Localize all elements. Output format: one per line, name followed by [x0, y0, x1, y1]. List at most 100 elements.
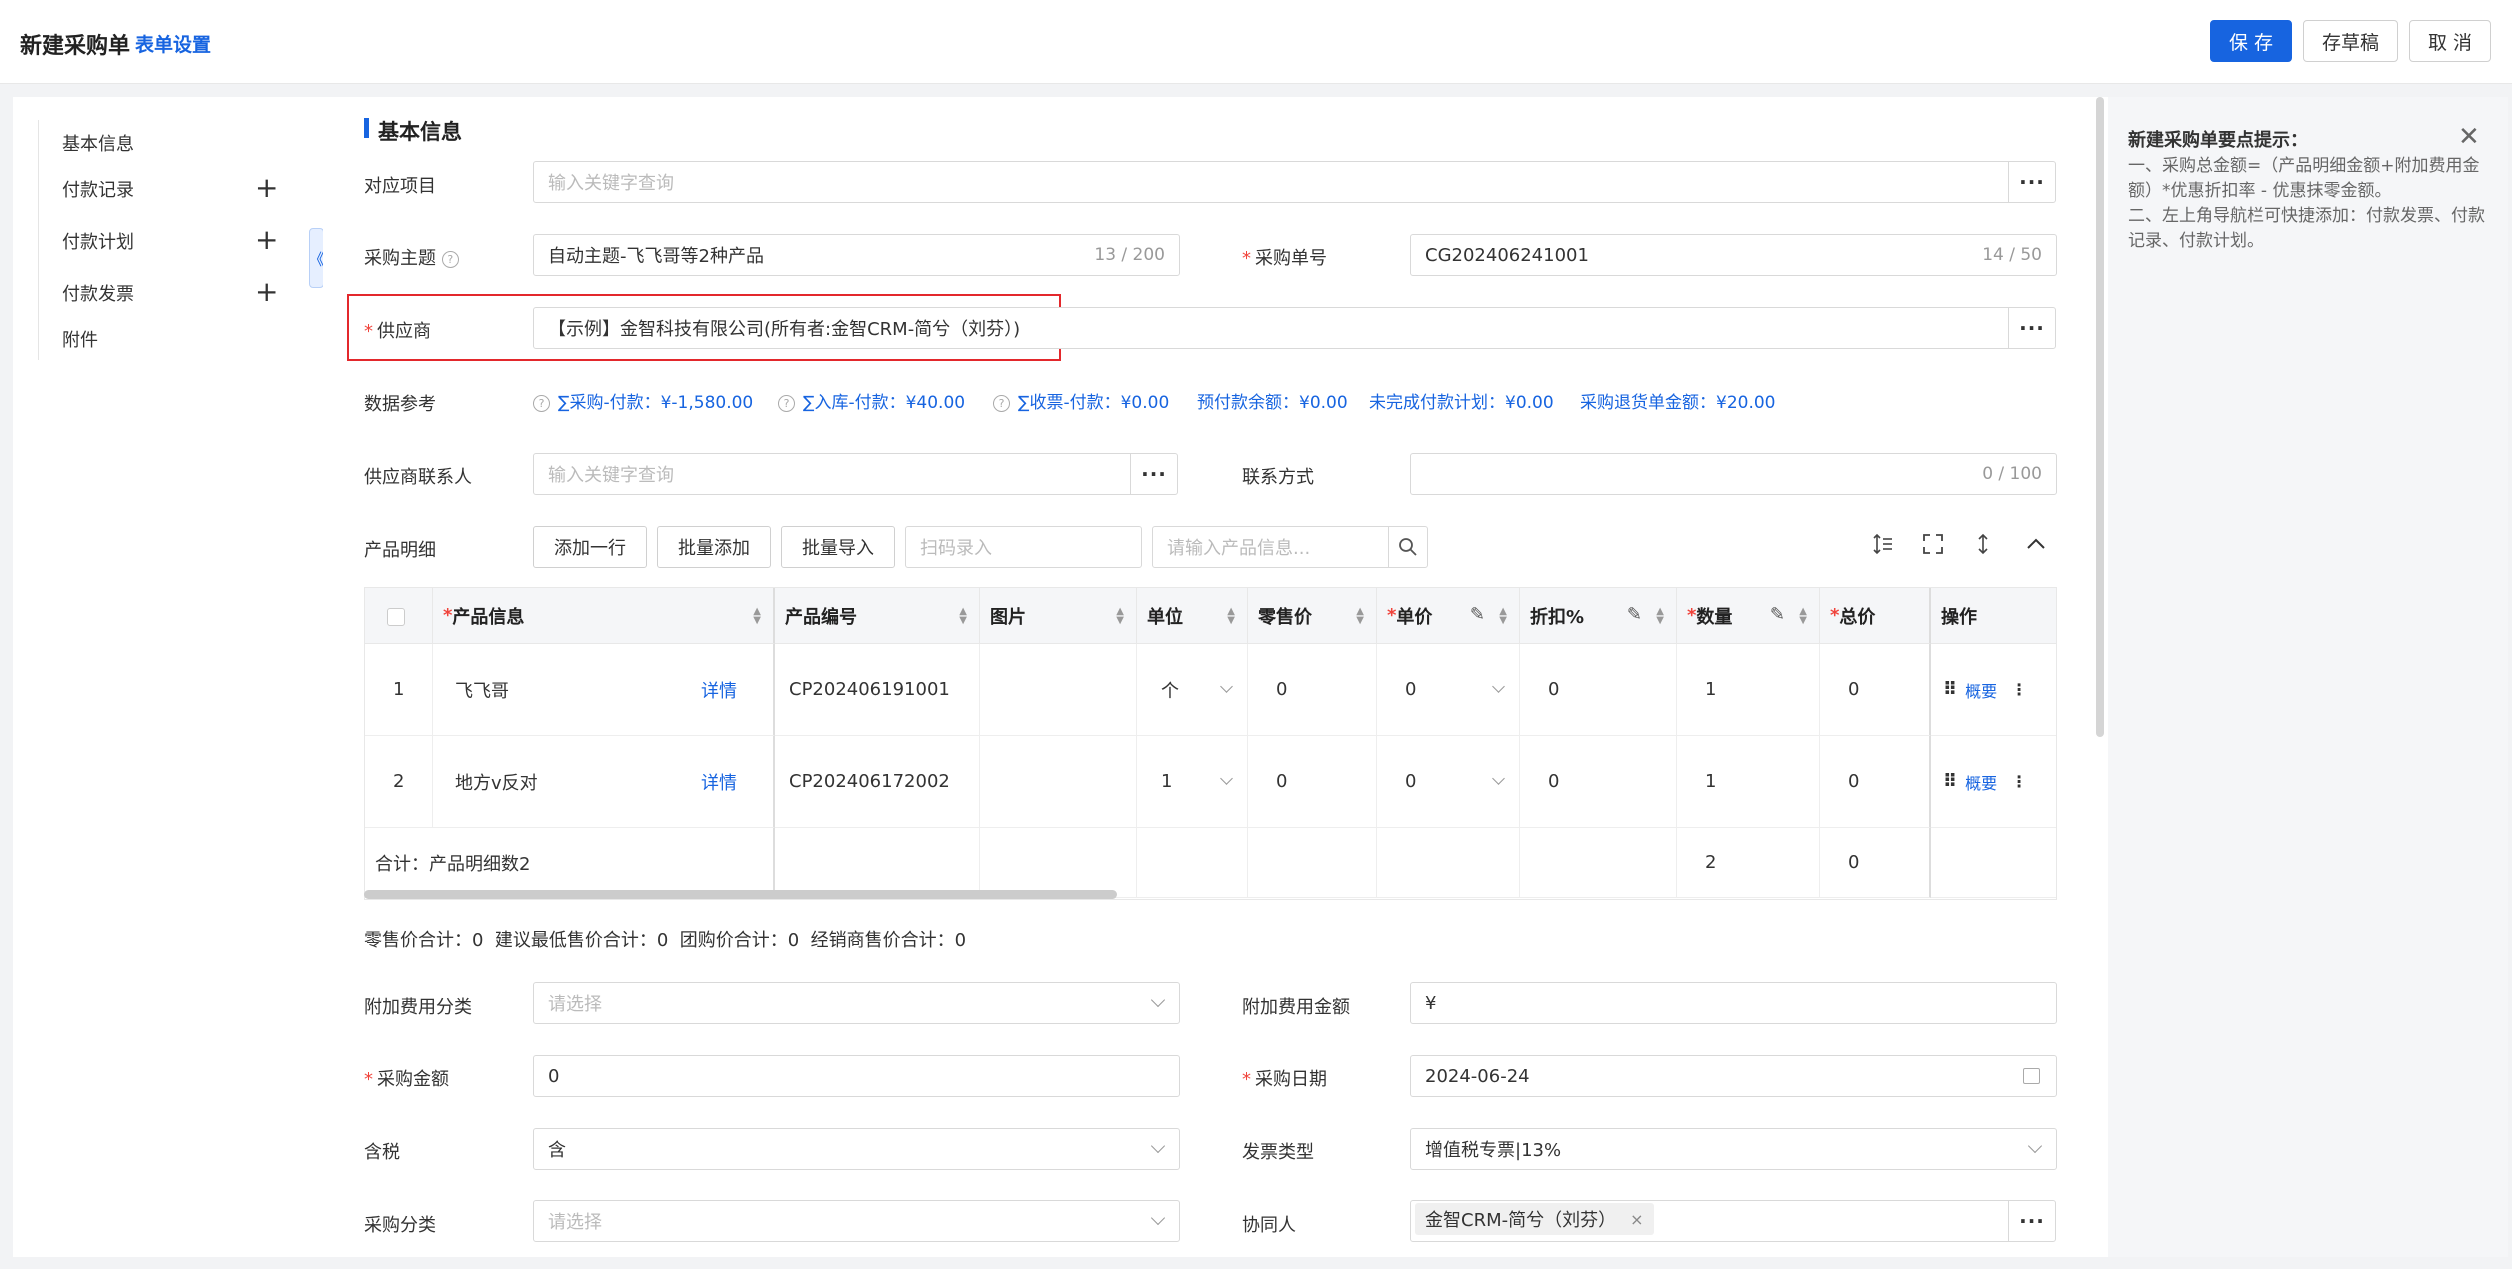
product-search-input[interactable]: 请输入产品信息...: [1152, 526, 1389, 568]
category-select[interactable]: 请选择: [533, 1200, 1180, 1242]
contact-input[interactable]: 输入关键字查询: [533, 453, 1131, 495]
extra-type-select[interactable]: 请选择: [533, 982, 1180, 1024]
drag-handle-icon[interactable]: ⠿: [1943, 679, 1957, 700]
sort-icon[interactable]: ▲ ▼: [1656, 607, 1664, 626]
sort-icon[interactable]: ▲ ▼: [1799, 607, 1807, 626]
summary-link[interactable]: 概要: [1965, 678, 1997, 702]
header-unit[interactable]: 单位 ▲ ▼: [1137, 588, 1248, 644]
product-image-cell[interactable]: [980, 644, 1137, 736]
header-image[interactable]: 图片 ▲ ▼: [980, 588, 1137, 644]
sort-icon[interactable]: ▲ ▼: [959, 607, 967, 626]
qty-cell[interactable]: 1: [1677, 736, 1820, 828]
tips-text: 一、采购总金额=（产品明细金额+附加费用金额）*优惠折扣率 - 优惠抹零金额。 …: [2128, 154, 2488, 254]
ref-inbound-payment[interactable]: ? ∑入库-付款：¥40.00: [778, 388, 965, 413]
ref-purchase-payment[interactable]: ? ∑采购-付款：¥-1,580.00: [533, 388, 753, 413]
nav-item-payment-records[interactable]: 付款记录: [62, 176, 134, 202]
nav-item-payment-plan[interactable]: 付款计划: [62, 228, 134, 254]
collaborator-picker-button[interactable]: ···: [2008, 1200, 2056, 1242]
collapse-up-icon[interactable]: [2022, 533, 2050, 561]
summary-link[interactable]: 概要: [1965, 770, 1997, 794]
search-button[interactable]: [1388, 526, 1428, 568]
ref-return-amount[interactable]: 采购退货单金额：¥20.00: [1580, 388, 1775, 413]
order-no-input[interactable]: CG202406241001 14 / 50: [1410, 234, 2057, 276]
sort-icon[interactable]: ▲ ▼: [1356, 607, 1364, 626]
header-code[interactable]: 产品编号 ▲ ▼: [775, 588, 980, 644]
nav-item-basic-info[interactable]: 基本信息: [62, 130, 134, 156]
cancel-button[interactable]: 取 消: [2409, 20, 2491, 62]
retail-price-cell[interactable]: 0: [1248, 736, 1377, 828]
more-icon[interactable]: ⋮: [2011, 772, 2027, 791]
batch-add-button[interactable]: 批量添加: [657, 526, 771, 568]
save-button[interactable]: 保 存: [2210, 20, 2292, 62]
supplier-picker-button[interactable]: ···: [2008, 307, 2056, 349]
add-row-button[interactable]: 添加一行: [533, 526, 647, 568]
header-retail[interactable]: 零售价 ▲ ▼: [1248, 588, 1377, 644]
form-settings-link[interactable]: 表单设置: [135, 30, 211, 57]
close-icon[interactable]: ✕: [2458, 122, 2480, 152]
supplier-input[interactable]: 【示例】金智科技有限公司(所有者:金智CRM-简兮（刘芬）): [533, 307, 2009, 349]
sort-icon[interactable]: ▲ ▼: [753, 607, 761, 626]
contact-way-input[interactable]: 0 / 100: [1410, 453, 2057, 495]
nav-item-attachments[interactable]: 附件: [62, 326, 98, 352]
project-input[interactable]: 输入关键字查询: [533, 161, 2009, 203]
vertical-scrollbar[interactable]: [2096, 97, 2104, 737]
extra-amount-input[interactable]: ¥: [1410, 982, 2057, 1024]
discount-cell[interactable]: 0: [1520, 736, 1677, 828]
help-icon[interactable]: ?: [441, 251, 459, 268]
date-picker[interactable]: 2024-06-24: [1410, 1055, 2057, 1097]
unit-select[interactable]: 1: [1137, 736, 1248, 828]
header-product[interactable]: * 产品信息 ▲ ▼: [433, 588, 775, 644]
batch-import-button[interactable]: 批量导入: [781, 526, 895, 568]
more-icon[interactable]: ⋮: [2011, 680, 2027, 699]
amount-input[interactable]: 0: [533, 1055, 1180, 1097]
sort-icon[interactable]: ▲ ▼: [1116, 607, 1124, 626]
subject-input[interactable]: 自动主题-飞飞哥等2种产品 13 / 200: [533, 234, 1180, 276]
save-draft-button[interactable]: 存草稿: [2303, 20, 2398, 62]
unit-select[interactable]: 个: [1137, 644, 1248, 736]
drag-handle-icon[interactable]: ⠿: [1943, 771, 1957, 792]
invoice-type-select[interactable]: 增值税专票|13%: [1410, 1128, 2057, 1170]
remove-tag-icon[interactable]: ×: [1630, 1210, 1643, 1229]
add-payment-record-icon[interactable]: +: [255, 174, 278, 202]
ref-invoice-payment[interactable]: ? ∑收票-付款：¥0.00: [993, 388, 1169, 413]
product-detail-link[interactable]: 详情: [701, 769, 737, 795]
discount-cell[interactable]: 0: [1520, 644, 1677, 736]
header-discount[interactable]: 折扣% ✎ ▲ ▼: [1520, 588, 1677, 644]
ref-unfinished-plan[interactable]: 未完成付款计划：¥0.00: [1369, 388, 1554, 413]
select-all-checkbox[interactable]: [387, 608, 405, 626]
edit-icon[interactable]: ✎: [1470, 604, 1485, 625]
header-price[interactable]: * 单价 ✎ ▲ ▼: [1377, 588, 1520, 644]
price-select[interactable]: 0: [1377, 736, 1520, 828]
edit-icon[interactable]: ✎: [1770, 604, 1785, 625]
header-qty[interactable]: * 数量 ✎ ▲ ▼: [1677, 588, 1820, 644]
retail-price-cell[interactable]: 0: [1248, 644, 1377, 736]
price-select[interactable]: 0: [1377, 644, 1520, 736]
ref-prepayment-balance[interactable]: 预付款余额：¥0.00: [1197, 388, 1348, 413]
edit-icon[interactable]: ✎: [1627, 604, 1642, 625]
qty-cell[interactable]: 1: [1677, 644, 1820, 736]
sort-icon[interactable]: ▲ ▼: [1499, 607, 1507, 626]
contact-picker-button[interactable]: ···: [1130, 453, 1178, 495]
help-icon[interactable]: ?: [778, 395, 795, 412]
table-horizontal-scrollbar[interactable]: [364, 890, 1117, 899]
page-title: 新建采购单: [20, 34, 131, 59]
project-picker-button[interactable]: ···: [2008, 161, 2056, 203]
nav-item-payment-invoice[interactable]: 付款发票: [62, 280, 134, 306]
product-detail-link[interactable]: 详情: [701, 677, 737, 703]
expand-vertical-icon[interactable]: [1969, 533, 1997, 561]
collapse-nav-icon[interactable]: 《: [309, 228, 325, 288]
tax-select[interactable]: 含: [533, 1128, 1180, 1170]
scan-input[interactable]: 扫码录入: [905, 526, 1142, 568]
row-height-icon[interactable]: [1869, 533, 1897, 561]
product-name-cell[interactable]: 地方v反对 详情: [433, 736, 775, 828]
help-icon[interactable]: ?: [533, 395, 550, 412]
fullscreen-icon[interactable]: [1919, 533, 1947, 561]
table-footer-label: 合计：产品明细数2: [365, 828, 775, 898]
header-total[interactable]: * 总价: [1820, 588, 1931, 644]
sort-icon[interactable]: ▲ ▼: [1227, 607, 1235, 626]
add-payment-plan-icon[interactable]: +: [255, 226, 278, 254]
product-name-cell[interactable]: 飞飞哥 详情: [433, 644, 775, 736]
product-image-cell[interactable]: [980, 736, 1137, 828]
help-icon[interactable]: ?: [993, 395, 1010, 412]
add-payment-invoice-icon[interactable]: +: [255, 278, 278, 306]
